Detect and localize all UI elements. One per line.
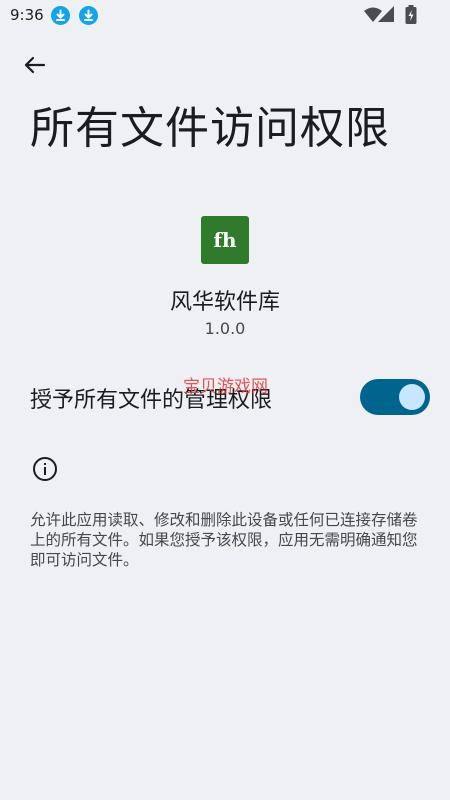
app-icon: fh (201, 216, 249, 264)
toggle-knob (399, 384, 425, 410)
watermark: 宝贝游戏网 (183, 377, 268, 397)
signal-icon (378, 6, 394, 22)
app-name: 风华软件库 (169, 290, 280, 315)
permission-toggle[interactable] (360, 379, 430, 415)
info-description: 允许此应用读取、修改和删除此设备或任何已连接存储卷上的所有文件。如果您授予该权限… (30, 511, 418, 569)
status-time: 9:36 (10, 6, 44, 24)
app-icon-text: fh (213, 228, 237, 252)
download-notification-icon (79, 6, 98, 25)
page-title: 所有文件访问权限 (30, 103, 390, 154)
status-bar: 9:36 (0, 0, 450, 32)
arrow-back-icon (24, 56, 46, 74)
app-version: 1.0.0 (204, 319, 246, 338)
back-button[interactable] (18, 50, 54, 82)
download-notification-icon (51, 6, 70, 25)
info-icon (33, 457, 57, 481)
battery-charging-icon (405, 5, 417, 24)
